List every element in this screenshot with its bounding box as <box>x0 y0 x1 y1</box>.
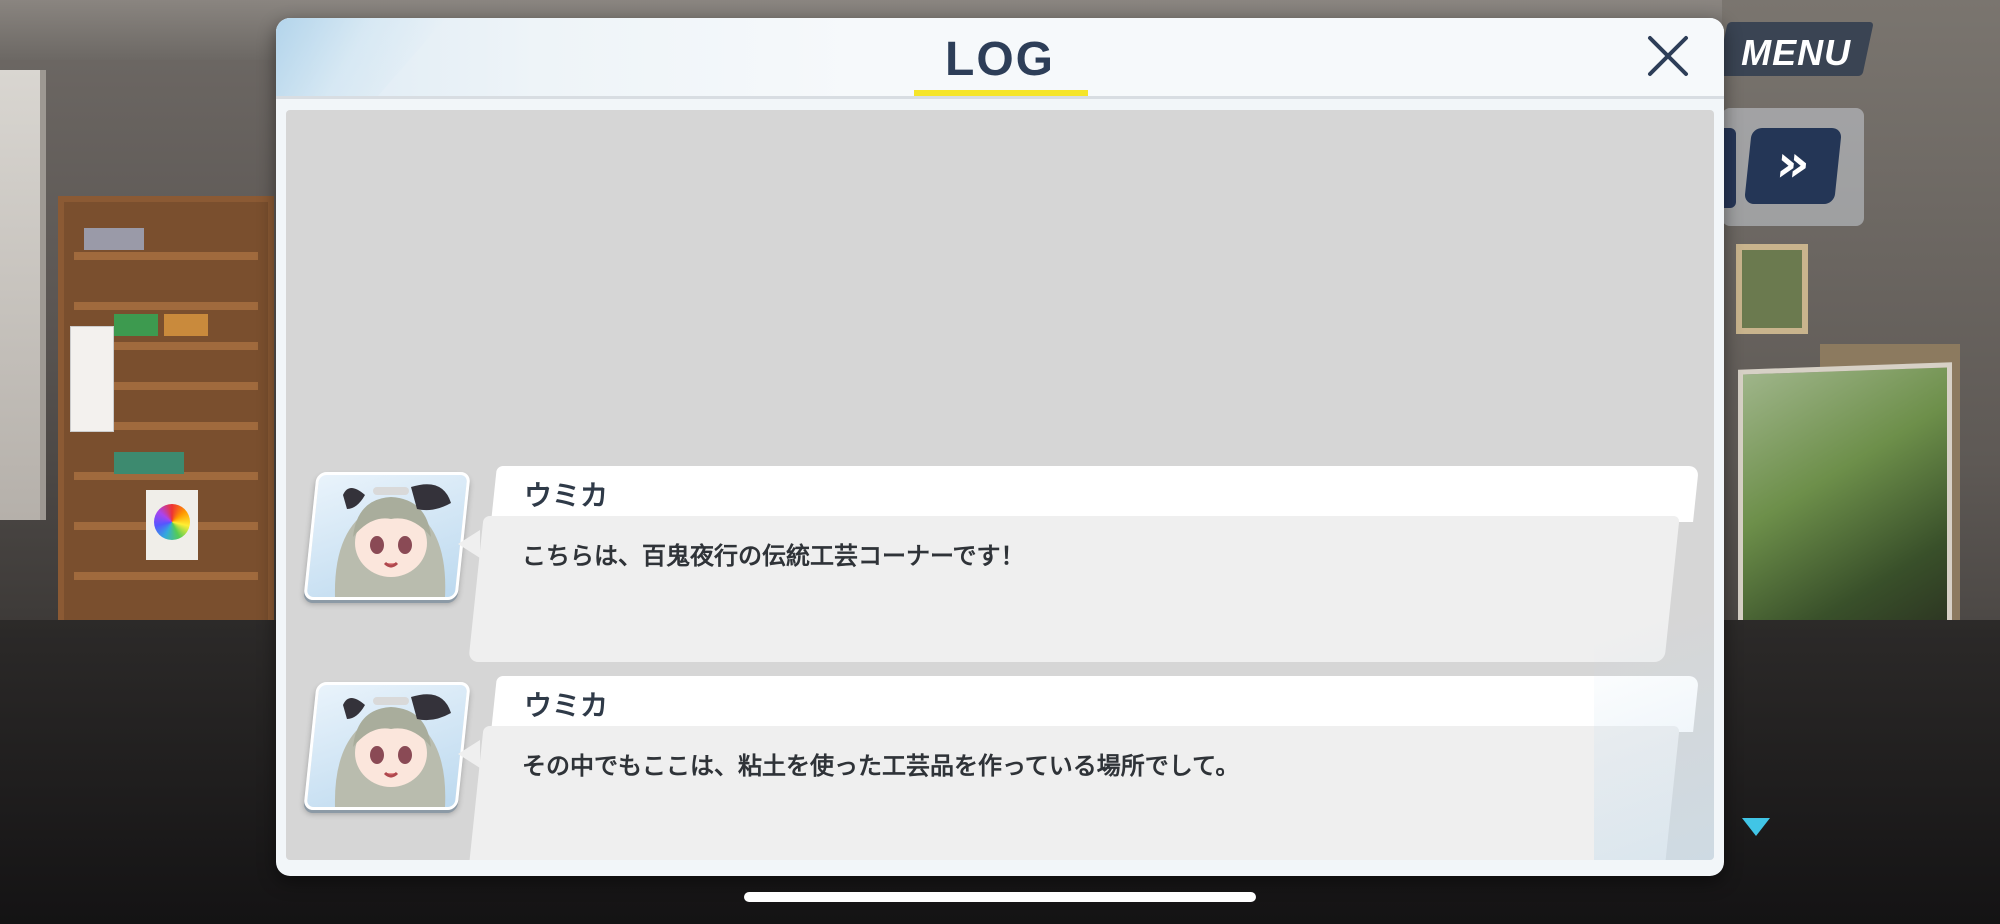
bubble-tail <box>458 740 480 768</box>
speaker-name: ウミカ <box>524 479 609 512</box>
log-title: LOG <box>945 33 1055 86</box>
background-picture-frame <box>1736 244 1808 334</box>
chevron-down-icon <box>1742 818 1770 836</box>
auto-button-partial[interactable] <box>1722 128 1736 208</box>
skip-button[interactable]: » <box>1744 128 1842 204</box>
menu-button-label: MENU <box>1741 32 1852 73</box>
header-divider <box>276 96 1724 99</box>
background-tree-painting <box>1738 362 1952 650</box>
log-window: LOG ウミカ こちらは、百鬼夜行の伝統工芸コーナーです！ ウミカ その中でもこ… <box>276 18 1724 876</box>
background-poster <box>70 326 114 432</box>
message-text: こちらは、百鬼夜行の伝統工芸コーナーです！ <box>522 542 1025 570</box>
log-entry: ウミカ その中でもここは、粘土を使った工芸品を作っている場所でして。 <box>286 676 1714 860</box>
avatar <box>303 472 471 600</box>
log-entry: ウミカ こちらは、百鬼夜行の伝統工芸コーナーです！ <box>286 466 1714 672</box>
background-color-wheel <box>146 490 198 560</box>
background-window <box>0 70 46 520</box>
speaker-name-plate <box>491 676 1699 732</box>
message-text: その中でもここは、粘土を使った工芸品を作っている場所でして。 <box>522 752 1240 780</box>
menu-button[interactable]: MENU <box>1716 22 1874 76</box>
avatar <box>303 682 471 810</box>
home-indicator[interactable] <box>744 892 1256 902</box>
close-icon <box>1648 36 1688 76</box>
speaker-name-plate <box>491 466 1699 522</box>
log-list[interactable]: ウミカ こちらは、百鬼夜行の伝統工芸コーナーです！ ウミカ その中でもここは、粘… <box>286 110 1714 860</box>
close-button[interactable] <box>1642 30 1694 82</box>
bubble-tail <box>458 530 480 558</box>
speaker-name: ウミカ <box>524 689 609 722</box>
